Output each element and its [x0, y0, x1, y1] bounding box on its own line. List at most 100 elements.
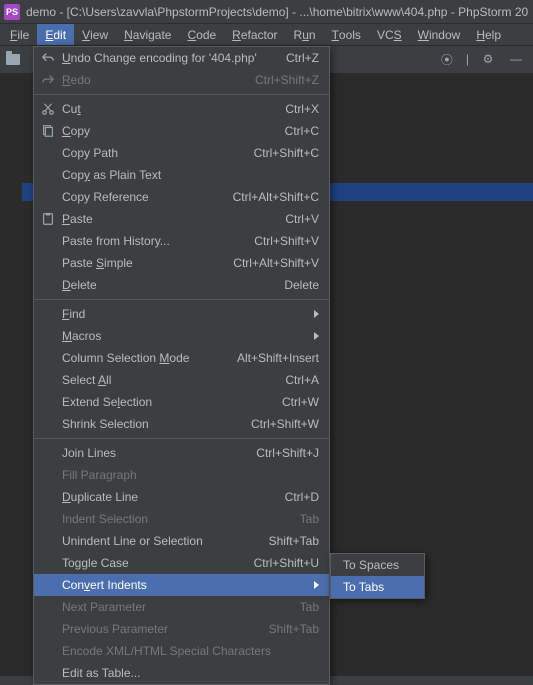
menu-item-copy-reference[interactable]: Copy ReferenceCtrl+Alt+Shift+C [34, 186, 329, 208]
paste-icon [40, 211, 56, 227]
menu-item-label: Convert Indents [62, 578, 306, 592]
menu-item-label: Previous Parameter [62, 622, 269, 636]
menu-item-shortcut: Shift+Tab [269, 622, 319, 636]
menu-item-label: Select All [62, 373, 285, 387]
edit-menu: Undo Change encoding for '404.php'Ctrl+Z… [33, 46, 330, 685]
menu-item-shortcut: Ctrl+Shift+U [254, 556, 319, 570]
menu-item-delete[interactable]: DeleteDelete [34, 274, 329, 296]
menu-item-edit-as-table[interactable]: Edit as Table... [34, 662, 329, 684]
app-icon: PS [4, 4, 20, 20]
menu-item-shortcut: Ctrl+D [285, 490, 319, 504]
menu-item-label: Fill Paragraph [62, 468, 319, 482]
menu-item-unindent-line-or-selection[interactable]: Unindent Line or SelectionShift+Tab [34, 530, 329, 552]
menu-item-shortcut: Ctrl+Shift+V [254, 234, 319, 248]
menu-item-undo-change-encoding-for-404-php[interactable]: Undo Change encoding for '404.php'Ctrl+Z [34, 47, 329, 69]
menu-item-label: Indent Selection [62, 512, 300, 526]
menu-separator [34, 94, 329, 95]
menu-item-label: Encode XML/HTML Special Characters [62, 644, 319, 658]
menu-item-extend-selection[interactable]: Extend SelectionCtrl+W [34, 391, 329, 413]
menu-view[interactable]: View [74, 24, 116, 45]
submenu-item-to-spaces[interactable]: To Spaces [331, 554, 424, 576]
menu-item-label: Toggle Case [62, 556, 254, 570]
menu-item-encode-xml-html-special-characters: Encode XML/HTML Special Characters [34, 640, 329, 662]
menu-item-redo: RedoCtrl+Shift+Z [34, 69, 329, 91]
menu-item-shortcut: Ctrl+X [285, 102, 319, 116]
menu-item-shortcut: Alt+Shift+Insert [237, 351, 319, 365]
menu-item-label: Extend Selection [62, 395, 282, 409]
menu-item-shortcut: Ctrl+W [282, 395, 319, 409]
menu-item-label: Copy [62, 124, 285, 138]
menu-item-convert-indents[interactable]: Convert Indents [34, 574, 329, 596]
menu-item-select-all[interactable]: Select AllCtrl+A [34, 369, 329, 391]
menu-item-shortcut: Delete [284, 278, 319, 292]
menu-item-shortcut: Ctrl+Alt+Shift+V [233, 256, 319, 270]
menu-item-label: Duplicate Line [62, 490, 285, 504]
menu-separator [34, 299, 329, 300]
menu-item-shortcut: Tab [300, 512, 319, 526]
submenu-item-label: To Tabs [343, 580, 384, 594]
convert-indents-submenu: To Spaces To Tabs [330, 553, 425, 599]
menu-code[interactable]: Code [179, 24, 224, 45]
menu-separator [34, 438, 329, 439]
menu-item-label: Copy as Plain Text [62, 168, 319, 182]
target-icon[interactable]: ⦿ [438, 50, 456, 68]
menu-item-label: Cut [62, 102, 285, 116]
menu-item-shrink-selection[interactable]: Shrink SelectionCtrl+Shift+W [34, 413, 329, 435]
menu-run[interactable]: Run [286, 24, 324, 45]
menu-item-copy-as-plain-text[interactable]: Copy as Plain Text [34, 164, 329, 186]
menu-help[interactable]: Help [468, 24, 509, 45]
menu-refactor[interactable]: Refactor [224, 24, 285, 45]
submenu-item-to-tabs[interactable]: To Tabs [331, 576, 424, 598]
menu-item-label: Paste from History... [62, 234, 254, 248]
menu-item-column-selection-mode[interactable]: Column Selection ModeAlt+Shift+Insert [34, 347, 329, 369]
chevron-right-icon [314, 332, 319, 340]
menu-item-label: Redo [62, 73, 255, 87]
menu-item-label: Paste [62, 212, 285, 226]
menu-item-join-lines[interactable]: Join LinesCtrl+Shift+J [34, 442, 329, 464]
toolbar-separator: | [466, 52, 469, 66]
menu-item-shortcut: Ctrl+Shift+J [256, 446, 319, 460]
menu-item-shortcut: Ctrl+Shift+Z [255, 73, 319, 87]
menu-item-copy-path[interactable]: Copy PathCtrl+Shift+C [34, 142, 329, 164]
submenu-item-label: To Spaces [343, 558, 399, 572]
menu-navigate[interactable]: Navigate [116, 24, 179, 45]
menu-item-label: Unindent Line or Selection [62, 534, 269, 548]
menu-item-label: Shrink Selection [62, 417, 251, 431]
menu-item-shortcut: Ctrl+Z [286, 51, 319, 65]
menu-item-paste[interactable]: PasteCtrl+V [34, 208, 329, 230]
redo-icon [40, 72, 56, 88]
menu-item-fill-paragraph: Fill Paragraph [34, 464, 329, 486]
open-folder-button[interactable] [4, 50, 22, 68]
menu-item-toggle-case[interactable]: Toggle CaseCtrl+Shift+U [34, 552, 329, 574]
menu-item-previous-parameter: Previous ParameterShift+Tab [34, 618, 329, 640]
menu-item-label: Next Parameter [62, 600, 300, 614]
menu-item-shortcut: Ctrl+Shift+C [254, 146, 319, 160]
menu-file[interactable]: File [2, 24, 37, 45]
menu-item-macros[interactable]: Macros [34, 325, 329, 347]
menu-item-label: Copy Path [62, 146, 254, 160]
menu-item-label: Undo Change encoding for '404.php' [62, 51, 286, 65]
menu-tools[interactable]: Tools [324, 24, 369, 45]
menu-item-paste-simple[interactable]: Paste SimpleCtrl+Alt+Shift+V [34, 252, 329, 274]
minimize-icon[interactable]: — [507, 50, 525, 68]
menu-item-label: Macros [62, 329, 306, 343]
gear-icon[interactable]: ⚙ [479, 50, 497, 68]
menu-item-label: Column Selection Mode [62, 351, 237, 365]
menu-item-shortcut: Ctrl+Shift+W [251, 417, 319, 431]
menu-item-shortcut: Ctrl+V [285, 212, 319, 226]
menu-item-cut[interactable]: CutCtrl+X [34, 98, 329, 120]
menu-item-find[interactable]: Find [34, 303, 329, 325]
menu-item-next-parameter: Next ParameterTab [34, 596, 329, 618]
menu-item-copy[interactable]: CopyCtrl+C [34, 120, 329, 142]
menu-vcs[interactable]: VCS [369, 24, 410, 45]
menu-item-duplicate-line[interactable]: Duplicate LineCtrl+D [34, 486, 329, 508]
menu-item-paste-from-history[interactable]: Paste from History...Ctrl+Shift+V [34, 230, 329, 252]
chevron-right-icon [314, 310, 319, 318]
menu-item-label: Join Lines [62, 446, 256, 460]
menu-window[interactable]: Window [410, 24, 469, 45]
menu-item-label: Delete [62, 278, 284, 292]
undo-icon [40, 50, 56, 66]
titlebar: PS demo - [C:\Users\zavvla\PhpstormProje… [0, 0, 533, 24]
menu-edit[interactable]: Edit [37, 24, 74, 45]
menubar: FileEditViewNavigateCodeRefactorRunTools… [0, 24, 533, 46]
